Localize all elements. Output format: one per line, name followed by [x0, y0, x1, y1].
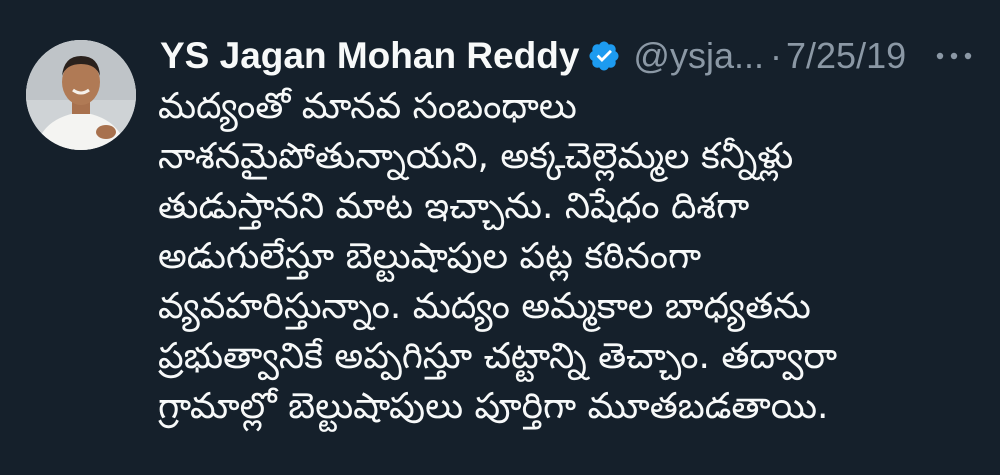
author-handle[interactable]: @ysja... [633, 35, 764, 77]
more-options-icon[interactable] [932, 38, 976, 74]
tweet-text: మద్యంతో మానవ సంబంధాలు నాశనమైపోతున్నాయని,… [158, 82, 958, 432]
tweet-text-line: ప్రభుత్వానికే అప్పగిస్తూ చట్టాన్ని తెచ్చ… [158, 336, 838, 377]
tweet-date[interactable]: 7/25/19 [786, 35, 906, 77]
verified-badge-icon [587, 39, 621, 73]
author-name[interactable]: YS Jagan Mohan Reddy [160, 35, 579, 77]
tweet-header: YS Jagan Mohan Reddy @ysja... · 7/25/19 [160, 30, 906, 82]
tweet[interactable]: YS Jagan Mohan Reddy @ysja... · 7/25/19 … [0, 0, 1000, 475]
tweet-text-line: తుడుస్తానని మాట ఇచ్చాను. నిషేధం దిశగా [158, 186, 750, 227]
tweet-text-line: గ్రామాల్లో బెల్టుషాపులు పూర్తిగా మూతబడతా… [158, 386, 829, 427]
avatar-image [26, 40, 136, 150]
separator-dot: · [770, 35, 782, 76]
avatar[interactable] [26, 40, 136, 150]
tweet-text-line: మద్యంతో మానవ సంబంధాలు [158, 86, 577, 127]
tweet-text-line: అడుగులేస్తూ బెల్టుషాపుల పట్ల కఠినంగా [158, 236, 702, 277]
tweet-text-line: వ్యవహరిస్తున్నాం. మద్యం అమ్మకాల బాధ్యతను [158, 286, 811, 327]
tweet-text-line: నాశనమైపోతున్నాయని, అక్కచెల్లెమ్మల కన్నీళ… [158, 136, 794, 177]
